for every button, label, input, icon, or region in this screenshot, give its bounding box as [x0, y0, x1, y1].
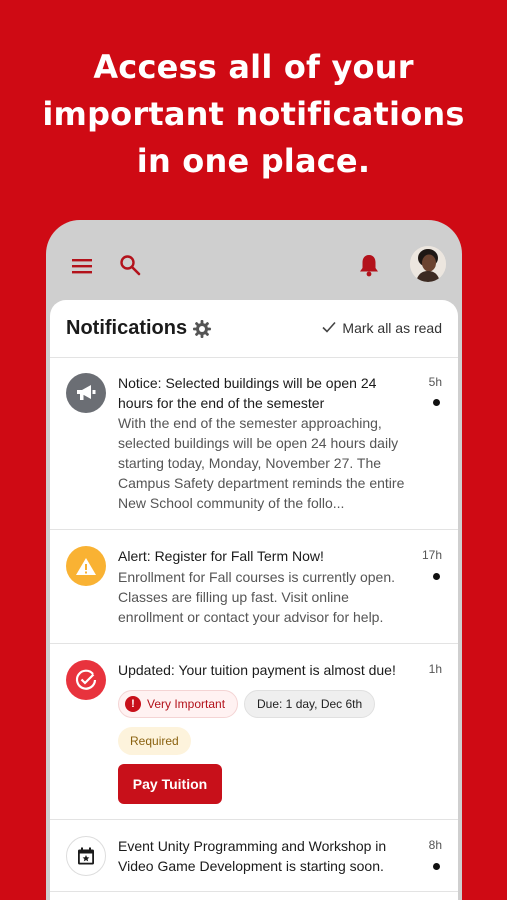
megaphone-icon — [66, 373, 106, 413]
exclamation-icon: ! — [125, 696, 141, 712]
notification-time: 5h — [428, 375, 442, 389]
notification-time: 17h — [421, 548, 442, 562]
notification-item[interactable]: Notice: Selected buildings will be open … — [50, 358, 458, 530]
check-circle-icon — [66, 660, 106, 700]
mark-all-read-label: Mark all as read — [342, 320, 442, 336]
phone-frame: Notifications Mark all as read Notice: S… — [46, 220, 462, 900]
warning-icon — [66, 546, 106, 586]
search-icon[interactable] — [118, 253, 142, 277]
unread-indicator — [433, 399, 440, 406]
notification-body: Enrollment for Fall courses is currently… — [118, 569, 395, 625]
headline-line-1: Access all of your — [93, 48, 414, 86]
headline-line-3: in one place. — [136, 142, 371, 180]
notification-time: 1h — [428, 662, 442, 676]
notification-title: Notice: Selected buildings will be open … — [118, 375, 377, 411]
priority-badge: ! Very Important — [118, 690, 239, 718]
page-title: Notifications — [66, 317, 188, 339]
unread-indicator — [433, 573, 440, 580]
notification-time: 8h — [428, 838, 442, 852]
notification-title: Alert: Register for Fall Term Now! — [118, 548, 324, 564]
panel-header: Notifications Mark all as read — [50, 300, 458, 358]
headline-line-2: important notifications — [42, 95, 465, 133]
required-badge: Required — [118, 727, 191, 755]
bell-icon[interactable] — [356, 251, 382, 279]
notification-item[interactable]: Alert: Register for Fall Term Now! Enrol… — [50, 530, 458, 644]
check-icon — [322, 320, 337, 336]
notification-item[interactable]: Event Unity Programming and Workshop in … — [50, 820, 458, 892]
notification-title: Updated: Your tuition payment is almost … — [118, 662, 396, 678]
gear-icon[interactable] — [192, 319, 212, 339]
promo-headline: Access all of your important notificatio… — [0, 44, 507, 185]
pay-tuition-button[interactable]: Pay Tuition — [118, 764, 222, 804]
menu-icon[interactable] — [70, 254, 94, 278]
unread-indicator — [433, 863, 440, 870]
notification-title: Event Unity Programming and Workshop in … — [118, 838, 387, 874]
priority-badge-label: Very Important — [147, 697, 226, 711]
notifications-panel: Notifications Mark all as read Notice: S… — [50, 300, 458, 900]
avatar[interactable] — [410, 246, 446, 282]
mark-all-read-button[interactable]: Mark all as read — [322, 320, 442, 336]
notification-body: With the end of the semester approaching… — [118, 415, 405, 511]
app-topbar — [46, 220, 462, 300]
calendar-icon — [66, 836, 106, 876]
due-date-badge: Due: 1 day, Dec 6th — [244, 690, 376, 718]
notification-item[interactable]: Updated: Your tuition payment is almost … — [50, 644, 458, 820]
